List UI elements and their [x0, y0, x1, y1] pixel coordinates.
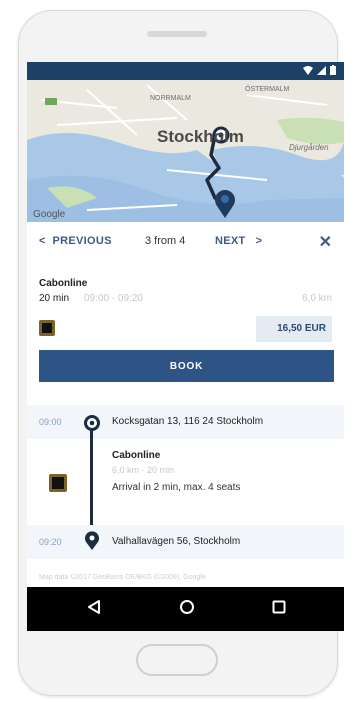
battery-icon	[330, 65, 336, 75]
leg-arrival-info: Arrival in 2 min, max. 4 seats	[112, 482, 241, 493]
leg-provider-name: Cabonline	[112, 450, 161, 461]
close-icon[interactable]: ✕	[319, 232, 332, 252]
signal-icon	[317, 65, 326, 75]
origin-marker-icon	[84, 415, 100, 431]
destination-pin-icon	[85, 531, 99, 550]
leg-meta: 6,0 km · 20 min	[112, 465, 175, 475]
app-screen: NORRMALM ÖSTERMALM Stockholm Djurgården …	[27, 62, 344, 631]
map-label-ostermalm: ÖSTERMALM	[245, 86, 290, 93]
book-button[interactable]: BOOK	[39, 350, 334, 382]
map-label-djurgarden: Djurgården	[289, 143, 329, 152]
google-logo: Google	[33, 209, 66, 220]
origin-address: Kocksgatan 13, 116 24 Stockholm	[112, 416, 264, 427]
back-icon[interactable]	[87, 599, 101, 615]
destination-time: 09:20	[39, 537, 62, 547]
origin-stop: 09:00 Kocksgatan 13, 116 24 Stockholm	[27, 405, 344, 439]
recents-icon[interactable]	[272, 600, 286, 614]
ride-times: 09:00 - 09:20	[84, 293, 143, 304]
previous-button[interactable]: < PREVIOUS	[39, 235, 112, 247]
route-map[interactable]: NORRMALM ÖSTERMALM Stockholm Djurgården …	[27, 80, 344, 222]
ride-option-card: Cabonline 20 min 09:00 - 09:20 6,0 km 16…	[27, 262, 344, 387]
home-icon[interactable]	[179, 599, 195, 615]
android-nav-bar	[27, 587, 344, 631]
leg-provider-logo	[49, 474, 67, 492]
next-button[interactable]: NEXT >	[215, 235, 262, 247]
chevron-right-icon: >	[255, 235, 263, 247]
result-pager: < PREVIOUS 3 from 4 NEXT > ✕	[27, 222, 344, 263]
speaker-grille	[147, 31, 207, 37]
chevron-left-icon: <	[39, 235, 46, 247]
map-attribution: Map data ©2017 GeoBasis-DE/BKG (©2009), …	[39, 574, 206, 581]
home-button[interactable]	[136, 644, 218, 676]
ride-price: 16,50 EUR	[277, 323, 326, 334]
origin-time: 09:00	[39, 417, 62, 427]
ride-duration: 20 min	[39, 293, 70, 304]
trip-timeline: 09:00 Kocksgatan 13, 116 24 Stockholm Ca…	[27, 397, 344, 587]
map-label-norrmalm: NORRMALM	[150, 95, 191, 102]
price-badge: 16,50 EUR	[256, 316, 332, 342]
status-bar	[27, 62, 344, 80]
provider-logo	[39, 320, 55, 336]
ride-distance: 6,0 km	[301, 293, 332, 304]
wifi-icon	[303, 65, 313, 75]
destination-address: Valhallavägen 56, Stockholm	[112, 536, 241, 547]
map-label-city: Stockholm	[157, 127, 244, 146]
ride-provider-name: Cabonline	[39, 278, 88, 289]
pager-position: 3 from 4	[145, 235, 186, 247]
destination-stop: 09:20 Valhallavägen 56, Stockholm	[27, 525, 344, 559]
